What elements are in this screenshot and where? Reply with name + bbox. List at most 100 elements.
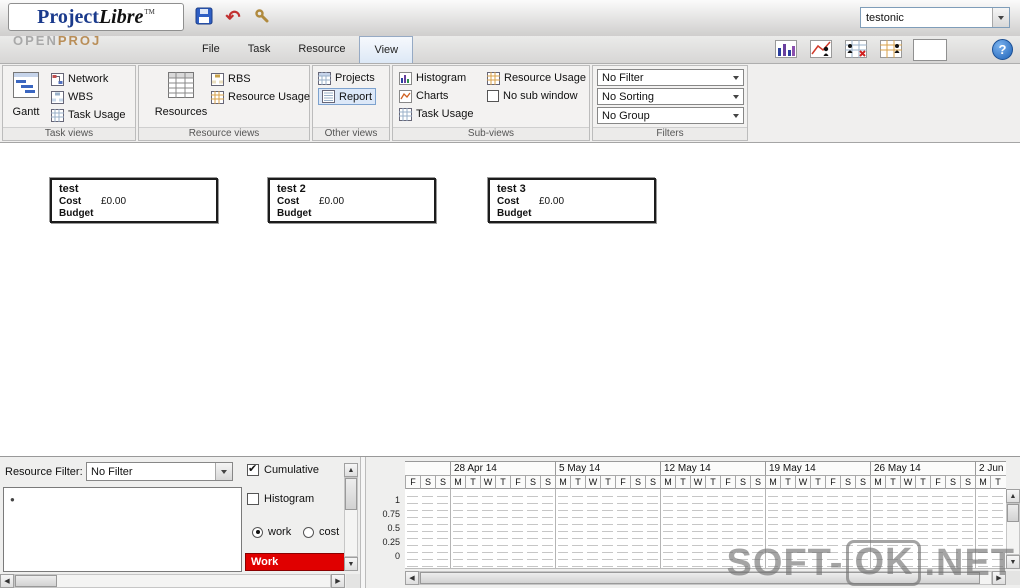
sub-resource-usage-icon xyxy=(487,71,500,85)
cumulative-checkbox-row[interactable]: Cumulative xyxy=(247,462,319,476)
cumulative-checkbox[interactable] xyxy=(247,462,259,476)
timeline-grid-column xyxy=(690,489,705,568)
chevron-down-icon[interactable] xyxy=(215,463,232,480)
left-vertical-scrollbar-thumb[interactable] xyxy=(345,478,357,510)
cost-radio-label: cost xyxy=(319,526,340,538)
wbs-view-button[interactable]: WBS xyxy=(51,89,93,105)
filter-dropdown[interactable]: No Filter xyxy=(597,69,744,86)
scroll-down-button[interactable]: ▼ xyxy=(344,557,358,571)
resource-listbox[interactable]: ● xyxy=(3,487,242,572)
timeline-day-cell: M xyxy=(660,476,675,489)
resource-usage-icon xyxy=(211,90,224,104)
group-filters: No Filter No Sorting No Group Filters xyxy=(592,65,748,141)
network-view-button[interactable]: Network xyxy=(51,71,108,87)
timeline-grid-column xyxy=(540,489,555,568)
sub-histogram-icon xyxy=(399,71,412,85)
sorting-dropdown[interactable]: No Sorting xyxy=(597,88,744,105)
charts-shortcut-button[interactable] xyxy=(808,39,834,61)
timeline-day-cell: S xyxy=(645,476,660,489)
resource-usage-view-button[interactable]: Resource Usage xyxy=(211,89,310,105)
sub-charts-button[interactable]: Charts xyxy=(399,88,448,104)
tab-view[interactable]: View xyxy=(359,36,414,63)
work-legend-bar: Work xyxy=(245,553,345,571)
scroll-left-button[interactable]: ◀ xyxy=(0,574,14,588)
left-horizontal-scrollbar-track[interactable] xyxy=(14,574,331,588)
projects-label: Projects xyxy=(335,72,375,84)
timeline-header: 28 Apr 14 5 May 14 12 May 14 19 May 14 26 Ma… xyxy=(405,461,1006,489)
quick-access-toolbar: ↶ xyxy=(192,5,274,29)
timeline-day-cell: T xyxy=(990,476,1005,489)
chevron-down-icon[interactable] xyxy=(992,8,1009,27)
project-card-test[interactable]: test Cost £0.00 Budget xyxy=(50,178,218,223)
chart-scroll-left-button[interactable]: ◀ xyxy=(405,571,419,585)
projects-icon xyxy=(318,71,331,85)
tab-task[interactable]: Task xyxy=(234,36,285,63)
save-button[interactable] xyxy=(192,5,216,29)
cost-radio-row[interactable]: cost xyxy=(303,526,339,538)
group-title-task-views: Task views xyxy=(3,127,135,140)
rbs-view-button[interactable]: RBS xyxy=(211,71,251,87)
histogram-checkbox-row[interactable]: Histogram xyxy=(247,493,314,505)
resource-usage-shortcut-button[interactable] xyxy=(878,39,904,61)
task-usage-shortcut-button[interactable] xyxy=(843,39,869,61)
sub-task-usage-button[interactable]: Task Usage xyxy=(399,106,473,122)
rbs-icon xyxy=(211,72,224,86)
gantt-view-button[interactable]: Gantt xyxy=(5,72,47,118)
scroll-right-button[interactable]: ▶ xyxy=(331,574,345,588)
timeline-grid-column xyxy=(615,489,630,568)
tab-file[interactable]: File xyxy=(188,36,234,63)
resource-filter-dropdown[interactable]: No Filter xyxy=(86,462,233,481)
no-sub-window-checkbox[interactable] xyxy=(487,90,499,102)
right-arrow-icon: ▶ xyxy=(335,578,341,585)
timeline-day-cell: S xyxy=(525,476,540,489)
timeline-grid-column xyxy=(480,489,495,568)
timeline-day-cell: F xyxy=(720,476,735,489)
project-card-test-3[interactable]: test 3 Cost £0.00 Budget xyxy=(488,178,656,223)
histogram-checkbox[interactable] xyxy=(247,493,259,505)
timeline-day-cell: M xyxy=(975,476,990,489)
tab-resource[interactable]: Resource xyxy=(284,36,359,63)
help-button[interactable]: ? xyxy=(992,39,1013,60)
cost-radio[interactable] xyxy=(303,526,314,538)
project-selector-value: testonic xyxy=(866,11,904,24)
timeline-day-cell: T xyxy=(915,476,930,489)
task-usage-view-button[interactable]: Task Usage xyxy=(51,107,125,123)
scroll-up-button[interactable]: ▲ xyxy=(344,463,358,477)
no-sub-window-checkbox-row[interactable]: No sub window xyxy=(487,88,578,104)
timeline-grid-column xyxy=(570,489,585,568)
group-dropdown[interactable]: No Group xyxy=(597,107,744,124)
undo-button[interactable]: ↶ xyxy=(221,5,245,29)
report-view-button[interactable]: Report xyxy=(318,88,377,105)
settings-wrench-button[interactable] xyxy=(250,5,274,29)
timeline-day-cell: M xyxy=(450,476,465,489)
project-selector-dropdown[interactable]: testonic xyxy=(860,7,1010,28)
panel-splitter[interactable] xyxy=(360,457,366,588)
card-budget-label: Budget xyxy=(277,208,312,219)
projects-report-area: test Cost £0.00 Budget test 2 Cost £0.00 B… xyxy=(0,143,1020,456)
ribbon-tab-row: File Task Resource View ? xyxy=(0,36,1020,64)
card-cost-label: Cost xyxy=(277,196,300,207)
table-red-x-icon xyxy=(845,39,867,61)
timeline-day-cell: T xyxy=(885,476,900,489)
timeline-day-cell: M xyxy=(555,476,570,489)
blank-swatch-button[interactable] xyxy=(913,39,947,61)
resource-list-bullet-icon: ● xyxy=(10,495,15,504)
undo-icon: ↶ xyxy=(225,7,241,27)
wbs-label: WBS xyxy=(68,91,94,103)
gantt-icon xyxy=(13,72,39,101)
chart-vertical-scrollbar-thumb[interactable] xyxy=(1007,504,1019,522)
resources-view-button[interactable]: Resources xyxy=(153,72,209,118)
chart-scroll-up-button[interactable]: ▲ xyxy=(1006,489,1020,503)
ribbon: Gantt Network WBS Task Usage Task views xyxy=(0,64,1020,143)
project-card-test-2[interactable]: test 2 Cost £0.00 Budget xyxy=(268,178,436,223)
sub-resource-usage-button[interactable]: Resource Usage xyxy=(487,70,586,86)
left-horizontal-scrollbar-thumb[interactable] xyxy=(15,575,57,587)
sub-histogram-button[interactable]: Histogram xyxy=(399,70,466,86)
projects-view-button[interactable]: Projects xyxy=(318,70,375,86)
timeline-day-cell: T xyxy=(600,476,615,489)
work-radio[interactable] xyxy=(252,526,263,538)
timeline-day-cell: W xyxy=(900,476,915,489)
work-radio-row[interactable]: work xyxy=(252,526,291,538)
histogram-shortcut-button[interactable] xyxy=(773,39,799,61)
app-window: Project Libre TM ↶ testonic OPENPROJ File … xyxy=(0,0,1020,588)
